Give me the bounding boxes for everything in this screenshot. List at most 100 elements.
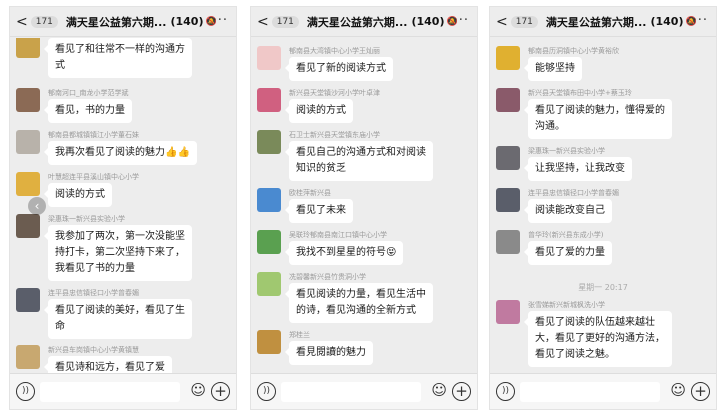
avatar[interactable]: [496, 230, 520, 254]
message-line: 能够坚持: [535, 63, 575, 74]
message-bubble[interactable]: 我参加了两次，第一次没能坚 持打卡，第二次坚持下来了， 我看见了书的力量: [44, 225, 192, 281]
collapse-arrow-icon[interactable]: ‹: [28, 197, 46, 215]
emoji-icon[interactable]: ☺: [431, 381, 447, 399]
avatar[interactable]: [257, 130, 281, 154]
message-line: 看见了阅读之魅。: [535, 349, 615, 360]
message-line: 让我坚持，让我改变: [535, 163, 625, 174]
avatar[interactable]: [496, 46, 520, 70]
group-title: 满天星公益第六期...: [545, 15, 647, 29]
avatar[interactable]: [16, 345, 40, 369]
avatar[interactable]: [257, 330, 281, 354]
message-bubble[interactable]: 看见了阅读的美好，看见了生 命: [44, 299, 192, 339]
message-bubble[interactable]: 能够坚持: [524, 57, 582, 81]
message-line: 大，看见了更好的沟通方法，: [535, 333, 665, 344]
unread-count-badge[interactable]: 171: [30, 15, 58, 28]
message-bubble[interactable]: 阅读的方式: [44, 183, 112, 207]
message-line: 看见了爱的力量: [535, 247, 605, 258]
sender-name: 吴联玲郁南县南江口镇中心小学: [289, 231, 387, 239]
message-line: 阅读能改变自己: [535, 205, 605, 216]
sender-name: 连平县忠信镇径口小学曾春媚: [48, 289, 139, 297]
avatar[interactable]: [16, 88, 40, 112]
message-line: 知识的贫乏: [296, 163, 346, 174]
message-input[interactable]: [520, 382, 660, 402]
message-line: 看见了阅读的魅力，懂得爱的: [535, 105, 665, 116]
member-count: (140): [170, 15, 204, 28]
sender-name: 曾华玲(新兴县东成小学): [528, 231, 604, 239]
message-bubble[interactable]: 看见了未来: [285, 199, 353, 223]
voice-icon[interactable]: )): [496, 382, 515, 401]
sender-name: 石卫士新兴县天堂镇东庙小学: [289, 131, 380, 139]
message-bubble[interactable]: 看見閱讀的魅力: [285, 341, 373, 365]
avatar[interactable]: [16, 172, 40, 196]
message-bubble[interactable]: 阅读的方式: [285, 99, 353, 123]
message-bubble[interactable]: 让我坚持，让我改变: [524, 157, 632, 181]
avatar[interactable]: [496, 88, 520, 112]
avatar[interactable]: [16, 130, 40, 154]
message-bubble[interactable]: 看见了阅读的魅力，懂得爱的 沟通。: [524, 99, 672, 139]
avatar[interactable]: [496, 300, 520, 324]
add-icon[interactable]: +: [211, 382, 230, 401]
message-input[interactable]: [281, 382, 421, 402]
avatar[interactable]: [16, 38, 40, 58]
message-bubble[interactable]: 看见，书的力量: [44, 99, 132, 123]
message-line: 看见，书的力量: [55, 105, 125, 116]
emoji-icon[interactable]: ☺: [190, 381, 206, 399]
message-line: 看见诗和远方，看见了爱: [55, 362, 165, 373]
more-options-icon[interactable]: ···: [454, 13, 469, 28]
add-icon[interactable]: +: [452, 382, 471, 401]
message-bubble[interactable]: 看见了阅读的队伍越来越壮 大，看见了更好的沟通方法， 看见了阅读之魅。: [524, 311, 672, 367]
avatar[interactable]: [496, 188, 520, 212]
avatar[interactable]: [257, 88, 281, 112]
message-line: 看见了和往常不一样的沟通方: [55, 44, 185, 55]
message-line: 看见了未来: [296, 205, 346, 216]
emoji-icon[interactable]: ☺: [670, 381, 686, 399]
sender-name: 新兴县车岗镇中心小学黄镇慧: [48, 346, 139, 354]
chat-window-2: < 171 满天星公益第六期... (140) 🔕 ··· 郁南县大湾镇中心小学…: [250, 6, 478, 410]
sender-name: 郁南县都城镇镇江小学董石妹: [48, 131, 139, 139]
avatar[interactable]: [16, 288, 40, 312]
input-bar: )) ☺ +: [10, 373, 236, 409]
sender-name: 郁南县历洞镇中心小学黄裕欣: [528, 47, 619, 55]
back-chevron-icon[interactable]: <: [16, 15, 28, 29]
avatar[interactable]: [257, 272, 281, 296]
input-bar: )) ☺ +: [251, 373, 477, 409]
more-options-icon[interactable]: ···: [693, 13, 708, 28]
message-line: 阅读的方式: [55, 189, 105, 200]
add-icon[interactable]: +: [691, 382, 710, 401]
message-bubble[interactable]: 阅读能改变自己: [524, 199, 612, 223]
message-line: 看见自己的沟通方式和对阅读: [296, 147, 426, 158]
sender-name: 连平县忠信镇径口小学曾春媚: [528, 189, 619, 197]
avatar[interactable]: [257, 46, 281, 70]
sender-name: 郁南县大湾镇中心小学王灿丽: [289, 47, 380, 55]
voice-icon[interactable]: )): [16, 382, 35, 401]
back-chevron-icon[interactable]: <: [257, 15, 269, 29]
message-bubble[interactable]: 看见了和往常不一样的沟通方 式: [44, 38, 192, 78]
voice-icon[interactable]: )): [257, 382, 276, 401]
avatar[interactable]: [496, 146, 520, 170]
message-list[interactable]: 郁南县大湾镇中心小学王灿丽 看见了新的阅读方式 新兴县天堂镇沙河小学叶卓津 阅读…: [251, 38, 477, 373]
message-bubble[interactable]: 我找不到星星的符号😝: [284, 241, 404, 265]
more-options-icon[interactable]: ···: [213, 13, 228, 28]
message-bubble[interactable]: 看见了爱的力量: [524, 241, 612, 265]
chat-window-1: < 171 满天星公益第六期... (140) 🔕 ··· 看见了和往常不一样的…: [9, 6, 237, 410]
message-input[interactable]: [40, 382, 180, 402]
back-chevron-icon[interactable]: <: [496, 15, 508, 29]
avatar[interactable]: [257, 188, 281, 212]
group-title: 满天星公益第六期...: [306, 15, 408, 29]
message-bubble[interactable]: 看见了新的阅读方式: [285, 57, 393, 81]
message-bubble[interactable]: 看见阅读的力量，看见生活中 的诗，看见沟通的全新方式: [285, 283, 433, 323]
message-bubble[interactable]: 看见自己的沟通方式和对阅读 知识的贫乏: [285, 141, 433, 181]
message-line: 的诗，看见沟通的全新方式: [296, 305, 416, 316]
message-line: 阅读的方式: [296, 105, 346, 116]
message-bubble[interactable]: 看见诗和远方，看见了爱: [44, 356, 172, 373]
sender-name: 郑桂兰: [289, 331, 310, 339]
chat-header: < 171 满天星公益第六期... (140) 🔕 ···: [10, 7, 236, 37]
sender-name: 郁南河口_南龙小学范学斌: [48, 89, 129, 97]
avatar[interactable]: [16, 214, 40, 238]
avatar[interactable]: [257, 230, 281, 254]
chat-header: < 171 满天星公益第六期... (140) 🔕 ···: [490, 7, 716, 37]
message-bubble[interactable]: 我再次看见了阅读的魅力👍👍: [44, 141, 197, 165]
unread-count-badge[interactable]: 171: [271, 15, 299, 28]
message-list[interactable]: 郁南县历洞镇中心小学黄裕欣 能够坚持 新兴县天堂镇布田中小学+蔡玉玲 看见了阅读…: [490, 38, 716, 373]
unread-count-badge[interactable]: 171: [510, 15, 538, 28]
